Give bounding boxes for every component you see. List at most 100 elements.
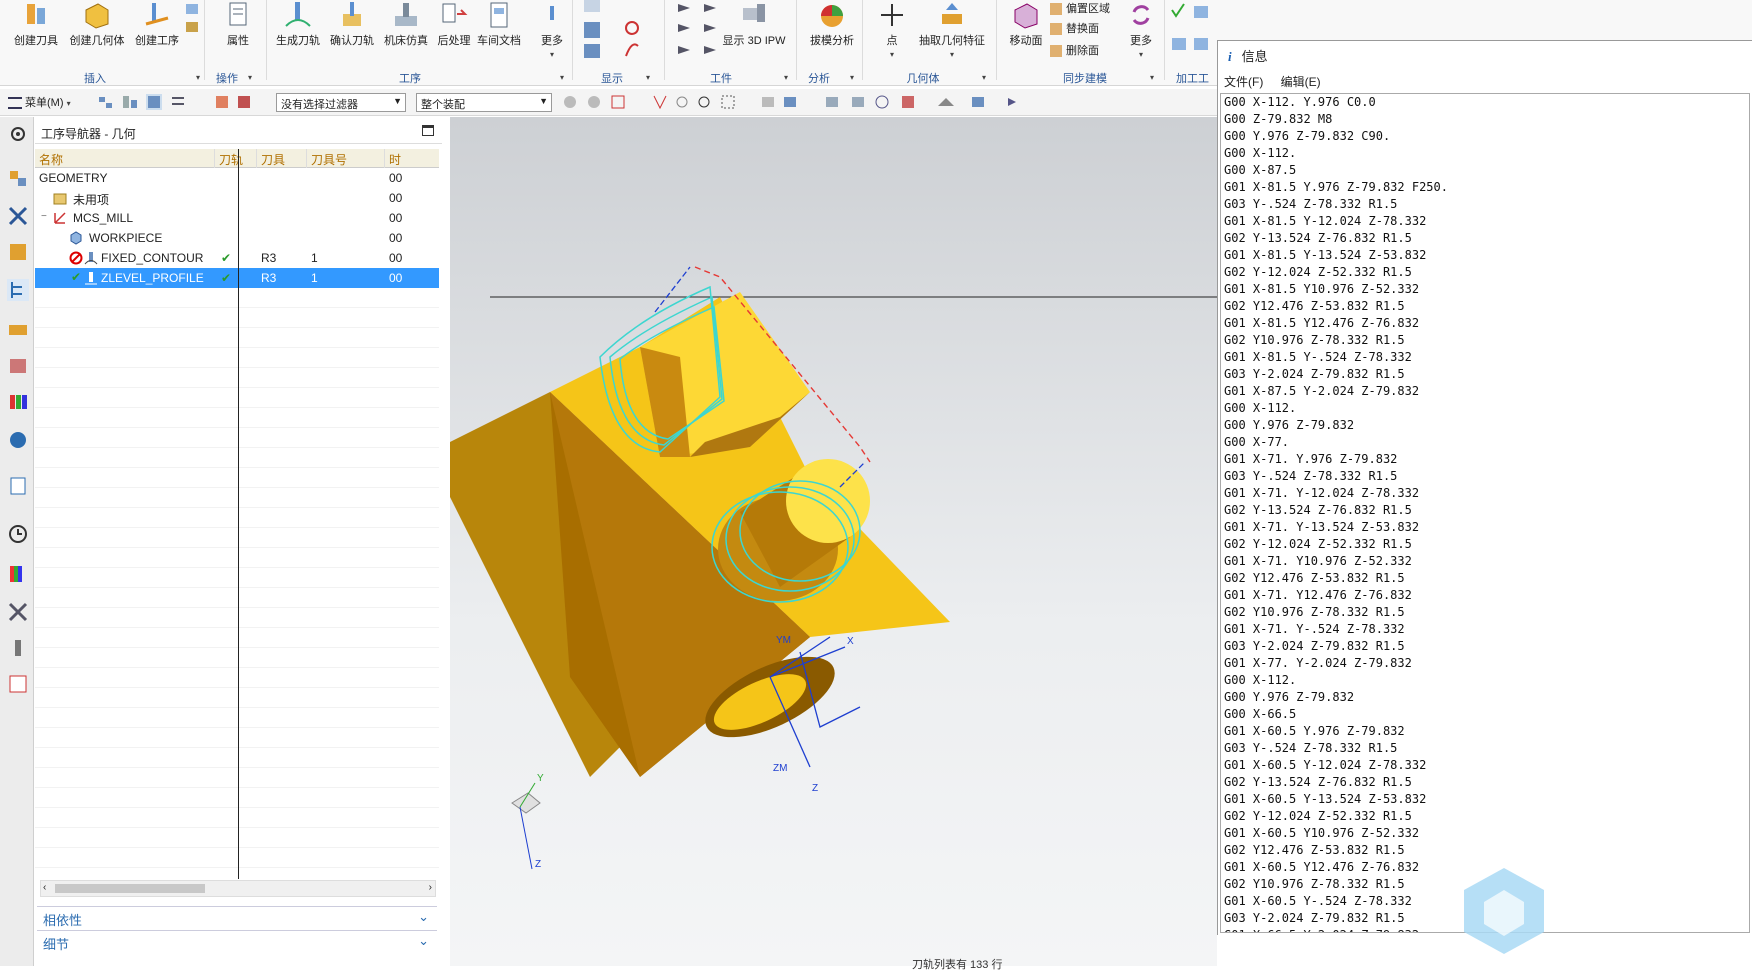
tree-row-zlevel-profile[interactable]: ✔ ZLEVEL_PROFILE ✔ R3 1 00 [35, 268, 439, 288]
machining-tool-icons[interactable] [1170, 2, 1220, 58]
machine-simulation-button[interactable]: 机床仿真 [380, 0, 432, 48]
snap-and-view-icons[interactable] [562, 94, 1042, 110]
tree-row-mcs-mill[interactable]: − MCS_MILL 00 [35, 208, 439, 228]
group-workpiece: 工件 [710, 73, 732, 85]
part-nav-icon[interactable] [7, 241, 29, 263]
postprocess-button[interactable]: 后处理 [432, 0, 476, 48]
gcode-line: G02 Y-12.024 Z-52.332 R1.5 [1224, 809, 1412, 823]
operation-nav-icon[interactable] [7, 279, 29, 301]
assembly-scope-dropdown[interactable]: 整个装配 ▼ [416, 93, 552, 112]
nav-geometry-icon[interactable] [146, 94, 162, 110]
display-tool-icons[interactable] [582, 0, 642, 62]
generate-toolpath-button[interactable]: 生成刀轨 [274, 0, 322, 48]
menu-edit[interactable]: 编辑(E) [1281, 75, 1321, 89]
gcode-line: G00 X-112. [1224, 673, 1297, 687]
delete-face-button[interactable]: 删除面 [1050, 42, 1124, 64]
selection-filter-dropdown[interactable]: 没有选择过滤器 ▼ [276, 93, 406, 112]
more-sync-button[interactable]: 更多 ▾ [1126, 0, 1156, 60]
tree-row-fixed-contour[interactable]: FIXED_CONTOUR ✔ R3 1 00 [35, 248, 439, 268]
part-model-3d[interactable]: YM X ZM Z Z Y [450, 117, 1217, 966]
toolpath-icon-a[interactable] [214, 94, 230, 110]
status-line: 刀轨列表有 133 行 [912, 959, 1003, 971]
verify-toolpath-button[interactable]: 确认刀轨 [326, 0, 378, 48]
triad-label-z: Z [535, 859, 541, 870]
scroll-thumb[interactable] [55, 884, 205, 893]
assembly-nav-icon[interactable] [7, 167, 29, 189]
maximize-icon[interactable] [422, 125, 434, 136]
extract-geometry-button[interactable]: 抽取几何特征 ▾ [914, 0, 990, 60]
logo-cube-icon [1464, 868, 1544, 954]
no-entry-icon [69, 251, 83, 265]
machine-nav-icon[interactable] [7, 317, 29, 339]
robot-icon[interactable] [7, 637, 29, 659]
dependencies-panel[interactable]: 相依性 ⌄ [37, 906, 437, 928]
clock-icon[interactable] [7, 523, 29, 545]
gcode-line: G03 Y-2.024 Z-79.832 R1.5 [1224, 639, 1405, 653]
col-tool-number[interactable]: 刀具号 [307, 149, 385, 168]
group-process: 工序 [399, 73, 421, 85]
menu-file[interactable]: 文件(F) [1224, 75, 1263, 89]
palette-icon[interactable] [7, 563, 29, 585]
collapse-icon[interactable]: − [41, 211, 47, 222]
col-toolpath[interactable]: 刀轨 [215, 149, 257, 168]
nav-method-icon[interactable] [170, 94, 186, 110]
scroll-left-icon[interactable]: ‹ [43, 882, 46, 893]
info-icon: i [1228, 49, 1232, 64]
col-time[interactable]: 时 [385, 149, 439, 168]
menu-button[interactable]: 菜单(M) ▾ [8, 94, 71, 110]
gcode-line: G02 Y10.976 Z-78.332 R1.5 [1224, 333, 1405, 347]
constraint-nav-icon[interactable] [7, 205, 29, 227]
tree-row-geometry[interactable]: GEOMETRY 00 [35, 168, 439, 188]
create-tool-button[interactable]: 创建刀具 [8, 0, 64, 48]
history-icon[interactable] [7, 475, 29, 497]
replace-face-button[interactable]: 替换面 [1050, 20, 1124, 42]
group-machining: 加工工 [1176, 73, 1209, 85]
operation-navigator: 工序导航器 - 几何 名称 刀轨 刀具 刀具号 时 GEOMETRY 00 未用… [35, 122, 442, 960]
more-ops-icon [550, 6, 554, 20]
menu-icon [8, 97, 22, 110]
properties-button[interactable]: 属性 [216, 0, 260, 48]
graphics-window[interactable]: YM X ZM Z Z Y [450, 117, 1217, 966]
tree-row-workpiece[interactable]: WORKPIECE 00 [35, 228, 439, 248]
reuse-library-icon[interactable] [7, 673, 29, 695]
toolpath-icon-b[interactable] [236, 94, 252, 110]
gear-icon[interactable] [7, 123, 29, 145]
horizontal-scrollbar[interactable]: ‹ › [40, 880, 436, 897]
extract-geometry-icon [942, 3, 962, 24]
shop-doc-button[interactable]: 车间文档 [474, 0, 524, 48]
nav-machine-icon[interactable] [122, 94, 138, 110]
col-tool[interactable]: 刀具 [257, 149, 307, 168]
gcode-line: G01 X-71. Y-12.024 Z-78.332 [1224, 486, 1420, 500]
tree-row-unused[interactable]: 未用项 00 [35, 188, 439, 208]
create-operation-button[interactable]: 创建工序 [128, 0, 186, 48]
offset-region-button[interactable]: 偏置区域 [1050, 0, 1124, 20]
cam-tools-icon[interactable] [7, 601, 29, 623]
col-name[interactable]: 名称 [35, 149, 215, 168]
gcode-line: G01 X-71. Y10.976 Z-52.332 [1224, 554, 1412, 568]
chevron-down-icon: ▼ [393, 96, 402, 106]
library-icon[interactable] [7, 391, 29, 413]
workpiece-tool-icons[interactable] [676, 0, 722, 60]
point-button[interactable]: 点 ▾ [872, 0, 912, 60]
tool-library-icon[interactable] [7, 355, 29, 377]
web-browser-icon[interactable] [7, 429, 29, 451]
more-ops-button[interactable]: 更多 ▾ [534, 0, 570, 60]
group-operations: 操作 [216, 73, 238, 85]
create-geometry-icon [85, 3, 109, 29]
group-analysis: 分析 [808, 73, 830, 85]
details-panel[interactable]: 细节 ⌄ [37, 930, 437, 952]
small-insert-icons[interactable] [184, 2, 200, 36]
display-3d-ipw-button[interactable]: 显示 3D IPW [722, 0, 786, 48]
group-insert: 插入 [84, 73, 106, 85]
folder-icon [53, 193, 67, 205]
nav-order-icon[interactable] [98, 94, 114, 110]
draft-analysis-button[interactable]: 拔模分析 [806, 0, 858, 48]
chevron-down-icon: ⌄ [418, 933, 429, 948]
gcode-line: G01 X-87.5 Y-2.024 Z-79.832 [1224, 384, 1420, 398]
create-geometry-button[interactable]: 创建几何体 [64, 0, 130, 48]
gcode-listing[interactable]: G00 X-112. Y.976 C0.0 G00 Z-79.832 M8 G00 … [1220, 93, 1750, 933]
gcode-line: G00 X-87.5 [1224, 163, 1297, 177]
scroll-right-icon[interactable]: › [429, 882, 432, 893]
group-sync-modeling: 同步建模 [1063, 73, 1107, 85]
move-face-button[interactable]: 移动面 [1004, 0, 1048, 48]
